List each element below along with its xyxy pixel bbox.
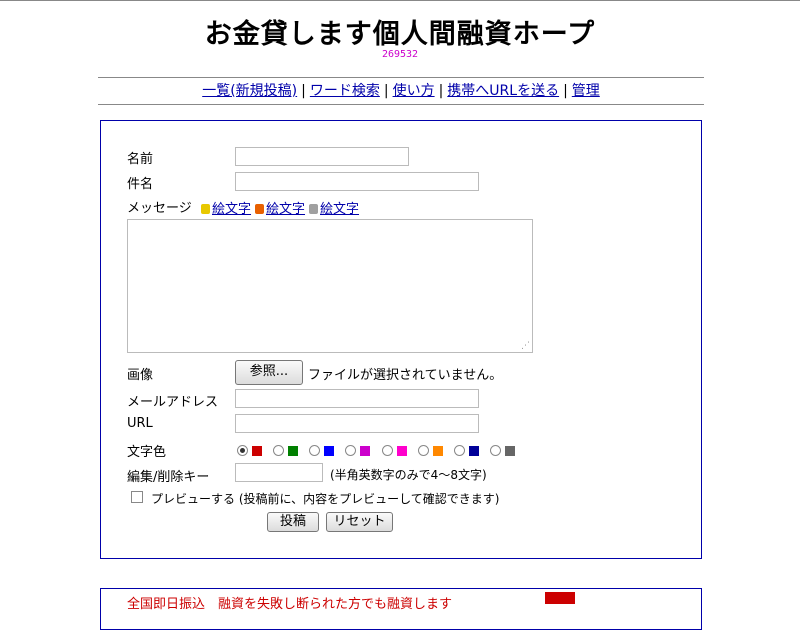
color-swatch [468, 445, 479, 456]
email-label: メールアドレス [127, 395, 219, 410]
color-option-blue[interactable] [309, 443, 335, 458]
emoji-link-softbank[interactable]: 絵文字 [309, 198, 359, 217]
color-option-orange[interactable] [417, 443, 443, 458]
preview-label: プレビューする (投稿前に、内容をプレビューして確認できます) [151, 492, 500, 506]
ezweb-emoji-icon [255, 204, 264, 214]
top-border [0, 0, 800, 1]
color-swatch [396, 445, 407, 456]
edit-key-label: 編集/削除キー [127, 470, 210, 485]
nav-admin[interactable]: 管理 [572, 83, 600, 99]
color-radio[interactable] [273, 445, 285, 456]
color-swatch [432, 445, 443, 456]
url-input[interactable] [235, 414, 479, 433]
color-radio[interactable] [345, 445, 357, 456]
nav-separator: | [383, 83, 389, 99]
emoji-link-label: 絵文字 [266, 202, 306, 217]
submit-button[interactable]: 投稿 [267, 512, 319, 532]
reset-button[interactable]: リセット [326, 512, 393, 532]
color-option-red[interactable] [237, 443, 262, 458]
email-input[interactable] [235, 389, 479, 408]
color-swatch [288, 445, 299, 456]
color-radio[interactable] [453, 445, 465, 456]
subject-input[interactable] [235, 172, 479, 191]
subject-label: 件名 [127, 177, 154, 192]
color-option-purple[interactable] [345, 443, 371, 458]
color-radio[interactable] [237, 445, 248, 456]
color-option-navy[interactable] [453, 443, 479, 458]
nav-top-divider [98, 77, 704, 78]
notice-badge [545, 592, 575, 604]
i-mode-emoji-icon [201, 204, 210, 214]
access-counter: 269532 [381, 49, 419, 60]
color-option-gray[interactable] [489, 443, 515, 458]
url-label: URL [127, 416, 153, 431]
color-swatch [504, 445, 515, 456]
color-radio[interactable] [489, 445, 501, 456]
softbank-emoji-icon [309, 204, 318, 214]
edit-key-input[interactable] [235, 463, 323, 482]
text-color-options [237, 443, 522, 457]
image-label: 画像 [127, 368, 154, 383]
notice-box: 全国即日振込 融資を失敗し断られた方でも融資します [100, 588, 702, 630]
color-radio[interactable] [309, 445, 321, 456]
emoji-link-label: 絵文字 [320, 202, 360, 217]
nav-send-url-to-mobile[interactable]: 携帯へURLを送る [447, 83, 559, 99]
color-radio[interactable] [381, 445, 393, 456]
text-color-label: 文字色 [127, 445, 167, 460]
nav-bar: 一覧(新規投稿) | ワード検索 | 使い方 | 携帯へURLを送る | 管理 [98, 80, 704, 100]
file-status-text: ファイルが選択されていません。 [308, 368, 503, 383]
color-swatch [360, 445, 371, 456]
page-title: お金貸します個人間融資ホープ [204, 19, 596, 50]
nav-separator: | [301, 83, 306, 99]
color-swatch [252, 445, 262, 456]
preview-checkbox[interactable] [131, 491, 143, 503]
nav-list-new-post[interactable]: 一覧(新規投稿) [202, 83, 297, 99]
resize-grip-icon[interactable]: ⋰ [521, 341, 531, 351]
message-label: メッセージ [127, 201, 192, 216]
emoji-link-ezweb[interactable]: 絵文字 [255, 198, 305, 217]
color-radio[interactable] [417, 445, 429, 456]
nav-separator: | [438, 83, 444, 99]
nav-word-search[interactable]: ワード検索 [310, 83, 380, 99]
color-swatch [324, 445, 335, 456]
emoji-link-imode[interactable]: 絵文字 [201, 198, 251, 217]
name-label: 名前 [127, 152, 154, 167]
browse-file-button[interactable]: 参照... [235, 360, 303, 385]
color-option-pink[interactable] [381, 443, 407, 458]
color-option-green[interactable] [273, 443, 299, 458]
emoji-link-label: 絵文字 [212, 202, 252, 217]
post-form: 名前 件名 メッセージ 絵文字 絵文字 絵文字 ⋰ 画像 参照... ファイルが… [100, 120, 702, 559]
edit-key-hint: (半角英数字のみで4～8文字) [330, 468, 487, 482]
notice-text: 全国即日振込 融資を失敗し断られた方でも融資します [127, 597, 453, 612]
name-input[interactable] [235, 147, 409, 166]
message-textarea[interactable] [127, 219, 533, 353]
nav-how-to-use[interactable]: 使い方 [393, 83, 435, 99]
nav-separator: | [563, 83, 568, 99]
nav-bottom-divider [98, 104, 704, 105]
